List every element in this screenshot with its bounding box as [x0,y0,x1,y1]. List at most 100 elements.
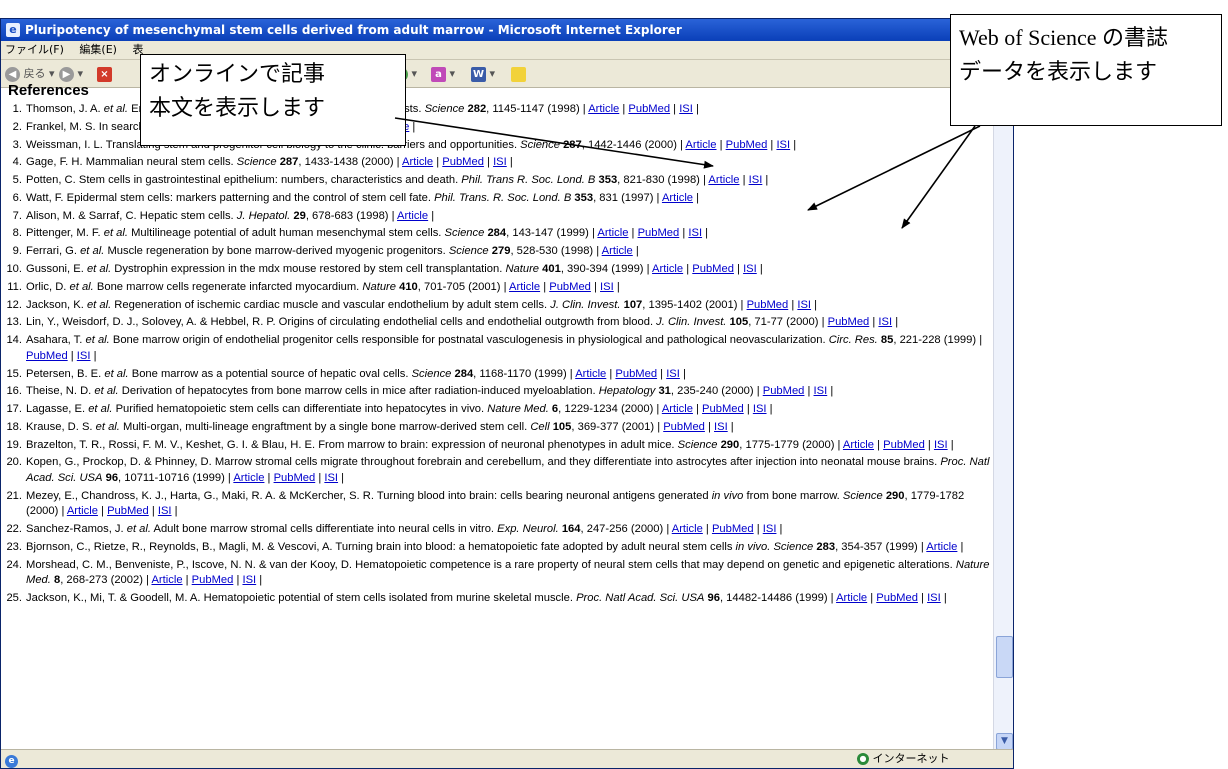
article-link[interactable]: Article [151,574,182,586]
scroll-down-button[interactable]: ▼ [996,733,1013,750]
reference-item: 8. Pittenger, M. F. et al. Multilineage p… [4,226,990,242]
stop-icon: × [97,66,112,82]
isi-link[interactable]: ISI [814,385,828,397]
article-link[interactable]: Article [685,139,716,151]
pubmed-link[interactable]: PubMed [107,505,149,517]
reference-text: Kopen, G., Prockop, D. & Phinney, D. Mar… [26,456,990,485]
article-link[interactable]: Article [233,472,264,484]
internet-globe-icon: ● [857,753,869,765]
isi-link[interactable]: ISI [242,574,256,586]
article-link[interactable]: Article [575,368,606,380]
reference-number: 1. [12,103,22,115]
isi-link[interactable]: ISI [600,281,614,293]
article-link[interactable]: Article [836,592,867,604]
reference-number: 12. [6,298,22,311]
pubmed-link[interactable]: PubMed [747,299,789,311]
article-link[interactable]: Article [397,210,428,222]
reference-number: 15. [6,367,22,380]
reference-text: Orlic, D. et al. Bone marrow cells regen… [26,280,620,293]
pubmed-link[interactable]: PubMed [442,156,484,168]
isi-link[interactable]: ISI [776,139,790,151]
isi-link[interactable]: ISI [927,592,941,604]
reference-item: 9. Ferrari, G. et al. Muscle regeneration… [4,244,990,260]
isi-link[interactable]: ISI [878,316,892,328]
article-link[interactable]: Article [652,263,683,275]
isi-link[interactable]: ISI [688,227,702,239]
isi-link[interactable]: ISI [493,156,507,168]
article-link[interactable]: Article [67,505,98,517]
word-button[interactable]: W ▾ [471,65,495,82]
reference-text: Theise, N. D. et al. Derivation of hepat… [26,385,834,398]
reference-text: Gussoni, E. et al. Dystrophin expression… [26,263,763,276]
isi-link[interactable]: ISI [749,174,763,186]
article-link[interactable]: Article [708,174,739,186]
article-link[interactable]: Article [672,523,703,535]
pubmed-link[interactable]: PubMed [702,403,744,415]
reference-item: 17. Lagasse, E. et al. Purified hematopoi… [4,402,990,418]
isi-link[interactable]: ISI [158,505,172,517]
isi-link[interactable]: ISI [763,523,777,535]
pubmed-link[interactable]: PubMed [763,385,805,397]
callout-isi-line1: Web of Science の書誌 [959,25,1169,50]
reference-text: Jackson, K., Mi, T. & Goodell, M. A. Hem… [26,592,947,605]
reference-text: Petersen, B. E. et al. Bone marrow as a … [26,367,686,380]
research-button[interactable]: a ▾ [431,65,455,82]
pubmed-link[interactable]: PubMed [876,592,918,604]
notes-button[interactable] [511,65,526,82]
reference-number: 13. [6,316,22,329]
isi-link[interactable]: ISI [666,368,680,380]
reference-item: 22. Sanchez-Ramos, J. et al. Adult bone m… [4,522,990,538]
isi-link[interactable]: ISI [714,421,728,433]
article-link[interactable]: Article [843,439,874,451]
pubmed-link[interactable]: PubMed [549,281,591,293]
pubmed-link[interactable]: PubMed [26,350,68,362]
forward-button[interactable]: ▶ ▾ [59,65,83,82]
menu-edit[interactable]: 編集(E) [79,43,117,56]
article-link[interactable]: Article [597,227,628,239]
isi-link[interactable]: ISI [753,403,767,415]
article-link[interactable]: Article [402,156,433,168]
pubmed-link[interactable]: PubMed [712,523,754,535]
article-link[interactable]: Article [926,541,957,553]
article-link[interactable]: Article [588,103,619,115]
reference-item: 7. Alison, M. & Sarraf, C. Hepatic stem c… [4,209,990,225]
pubmed-link[interactable]: PubMed [726,139,768,151]
reference-number: 21. [6,489,22,502]
back-arrow-icon: ◀ [5,66,20,82]
reference-number: 18. [6,420,22,433]
article-link[interactable]: Article [662,192,693,204]
pubmed-link[interactable]: PubMed [692,263,734,275]
vertical-scrollbar[interactable]: ▲ ▼ [993,88,1013,752]
article-link[interactable]: Article [662,403,693,415]
isi-link[interactable]: ISI [934,439,948,451]
scroll-thumb[interactable] [996,636,1013,678]
reference-text: Lagasse, E. et al. Purified hematopoieti… [26,403,773,416]
pubmed-link[interactable]: PubMed [828,316,870,328]
reference-number: 4. [12,156,22,169]
article-link[interactable]: Article [509,281,540,293]
menu-file[interactable]: ファイル(F) [5,43,64,56]
pubmed-link[interactable]: PubMed [192,574,234,586]
pubmed-link[interactable]: PubMed [663,421,705,433]
pubmed-link[interactable]: PubMed [883,439,925,451]
reference-text: Krause, D. S. et al. Multi-organ, multi-… [26,420,734,433]
isi-link[interactable]: ISI [77,350,91,362]
reference-text: Watt, F. Epidermal stem cells: markers p… [26,191,700,204]
forward-arrow-icon: ▶ [59,66,74,82]
pubmed-link[interactable]: PubMed [628,103,670,115]
reference-item: 25. Jackson, K., Mi, T. & Goodell, M. A. … [4,591,990,607]
isi-link[interactable]: ISI [679,103,693,115]
reference-text: Brazelton, T. R., Rossi, F. M. V., Keshe… [26,438,954,451]
page-done-icon: e [5,752,18,768]
pubmed-link[interactable]: PubMed [615,368,657,380]
stop-button[interactable]: × [97,65,112,82]
pubmed-link[interactable]: PubMed [638,227,680,239]
article-link[interactable]: Article [602,245,633,257]
callout-article-line1: オンラインで記事 [149,61,326,86]
back-button[interactable]: ◀ 戻る ▾ [5,65,55,82]
isi-link[interactable]: ISI [324,472,338,484]
isi-link[interactable]: ISI [743,263,757,275]
pubmed-link[interactable]: PubMed [274,472,316,484]
reference-text: Gage, F. H. Mammalian neural stem cells.… [26,156,513,169]
isi-link[interactable]: ISI [797,299,811,311]
